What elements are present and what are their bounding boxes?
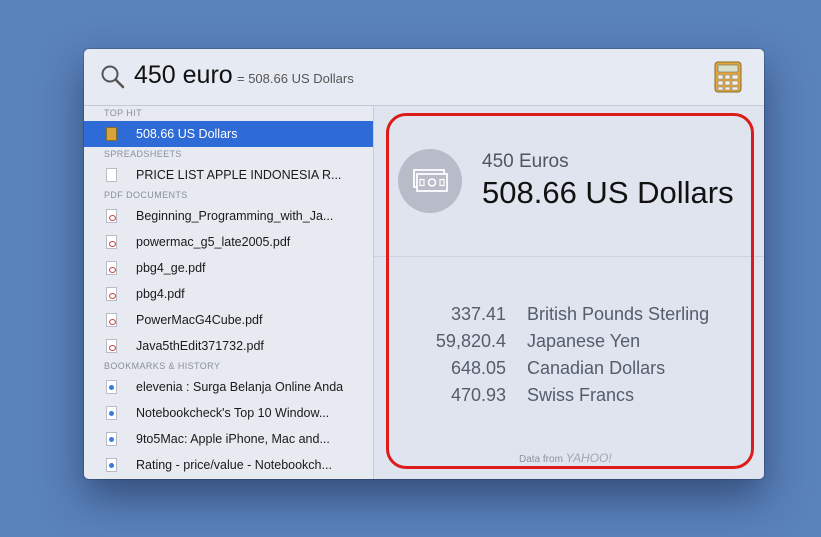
section-header-bookmarks: BOOKMARKS & HISTORY: [104, 361, 221, 371]
pdf-file-icon: [106, 339, 117, 353]
pdf-file-icon: [106, 235, 117, 249]
pdf-file-icon: [106, 287, 117, 301]
webpage-icon: [106, 380, 117, 394]
list-item[interactable]: elevenia : Surga Belanja Online Anda: [84, 374, 373, 400]
pdf-file-icon: [106, 209, 117, 223]
search-bar[interactable]: 450 euro = 508.66 US Dollars: [84, 49, 764, 106]
list-item-label: Rating - price/value - Notebookch...: [136, 458, 332, 472]
results-list: TOP HIT 508.66 US Dollars SPREADSHEETS P…: [84, 106, 374, 479]
list-item-label: PRICE LIST APPLE INDONESIA R...: [136, 168, 342, 182]
calculator-icon: [714, 61, 742, 93]
list-item-label: Beginning_Programming_with_Ja...: [136, 209, 334, 223]
pdf-file-icon: [106, 261, 117, 275]
annotation-highlight: [386, 113, 754, 469]
list-item[interactable]: PRICE LIST APPLE INDONESIA R...: [84, 162, 373, 188]
list-item-label: pbg4.pdf: [136, 287, 185, 301]
list-item[interactable]: pbg4.pdf: [84, 281, 373, 307]
section-header-pdf-documents: PDF DOCUMENTS: [104, 190, 188, 200]
list-item-label: 9to5Mac: Apple iPhone, Mac and...: [136, 432, 330, 446]
webpage-icon: [106, 406, 117, 420]
list-item[interactable]: Beginning_Programming_with_Ja...: [84, 203, 373, 229]
list-item-label: Notebookcheck's Top 10 Window...: [136, 406, 330, 420]
list-item-top-hit[interactable]: 508.66 US Dollars: [84, 121, 373, 147]
list-item[interactable]: pbg4_ge.pdf: [84, 255, 373, 281]
pdf-file-icon: [106, 313, 117, 327]
list-item[interactable]: PowerMacG4Cube.pdf: [84, 307, 373, 333]
calculator-icon: [106, 127, 117, 141]
list-item-label: pbg4_ge.pdf: [136, 261, 206, 275]
list-item[interactable]: powermac_g5_late2005.pdf: [84, 229, 373, 255]
list-item-label: elevenia : Surga Belanja Online Anda: [136, 380, 344, 394]
list-item[interactable]: Rating - price/value - Notebookch...: [84, 452, 373, 478]
list-item-label: PowerMacG4Cube.pdf: [136, 313, 263, 327]
section-header-spreadsheets: SPREADSHEETS: [104, 149, 182, 159]
magnifier-icon: [101, 65, 125, 89]
list-item-label: 508.66 US Dollars: [136, 127, 238, 141]
section-header-top-hit: TOP HIT: [104, 108, 142, 118]
webpage-icon: [106, 458, 117, 472]
list-item[interactable]: 9to5Mac: Apple iPhone, Mac and...: [84, 426, 373, 452]
list-item[interactable]: Java5thEdit371732.pdf: [84, 333, 373, 359]
document-icon: [106, 168, 117, 182]
list-item-label: powermac_g5_late2005.pdf: [136, 235, 291, 249]
list-item-label: Java5thEdit371732.pdf: [136, 339, 264, 353]
webpage-icon: [106, 432, 117, 446]
inline-result: = 508.66 US Dollars: [237, 71, 354, 86]
list-item[interactable]: Notebookcheck's Top 10 Window...: [84, 400, 373, 426]
search-input[interactable]: 450 euro: [134, 61, 233, 90]
